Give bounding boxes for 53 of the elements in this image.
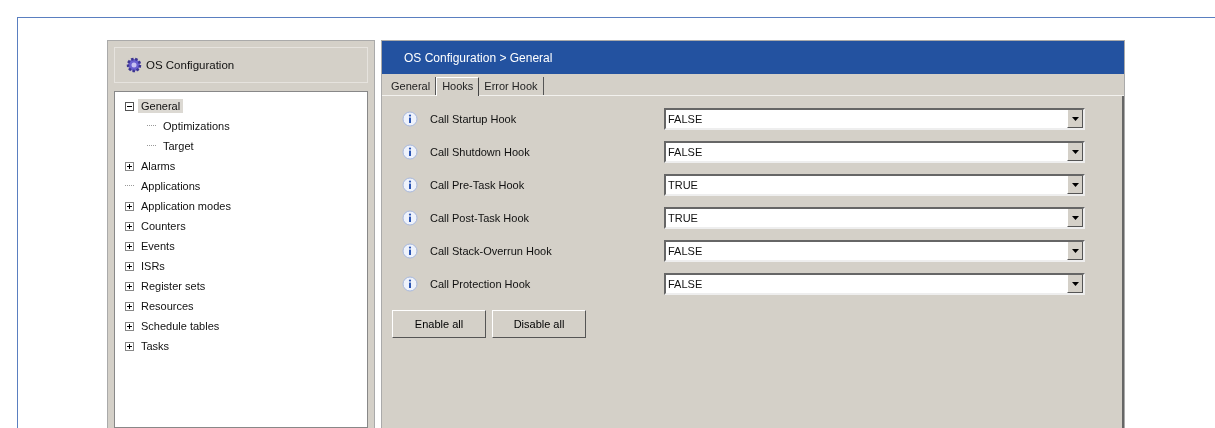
info-icon[interactable] xyxy=(402,210,418,226)
action-button[interactable]: Enable all xyxy=(392,310,486,338)
info-icon[interactable] xyxy=(402,111,418,127)
tree-item[interactable]: Register sets xyxy=(138,279,209,293)
tree-item[interactable]: Events xyxy=(138,239,178,253)
tree-item[interactable]: Counters xyxy=(138,219,189,233)
dropdown[interactable]: FALSE xyxy=(664,240,1085,262)
expand-icon[interactable] xyxy=(125,341,134,351)
caret-icon xyxy=(1071,248,1079,253)
setting-label: Call Protection Hook xyxy=(430,278,532,290)
caret-icon xyxy=(1071,215,1079,220)
expand-icon[interactable] xyxy=(125,281,134,291)
setting-label: Call Pre-Task Hook xyxy=(430,179,526,191)
action-button[interactable]: Disable all xyxy=(492,310,586,338)
caret-icon xyxy=(1071,149,1079,154)
setting-label: Call Stack-Overrun Hook xyxy=(430,245,553,257)
tree-item[interactable]: Applications xyxy=(138,179,204,193)
caret-icon xyxy=(1071,116,1079,121)
expand-icon[interactable] xyxy=(125,161,134,171)
info-icon[interactable] xyxy=(402,276,418,292)
setting-label: Call Shutdown Hook xyxy=(430,146,531,158)
info-icon[interactable] xyxy=(402,177,418,193)
dropdown[interactable]: FALSE xyxy=(664,141,1085,163)
caret-icon xyxy=(1071,281,1079,286)
info-icon[interactable] xyxy=(402,243,418,259)
tree-item[interactable]: Tasks xyxy=(138,339,173,353)
gear-icon xyxy=(125,56,143,74)
expand-icon[interactable] xyxy=(125,261,134,271)
expand-icon[interactable] xyxy=(125,221,134,231)
breadcrumb: OS Configuration > General xyxy=(404,50,553,65)
dropdown[interactable]: FALSE xyxy=(664,273,1085,295)
setting-label: Call Startup Hook xyxy=(430,113,518,125)
dropdown[interactable]: TRUE xyxy=(664,174,1085,196)
tree-item[interactable]: Optimizations xyxy=(160,119,233,133)
expand-icon[interactable] xyxy=(125,321,134,331)
tree-item[interactable]: Schedule tables xyxy=(138,319,223,333)
caret-icon xyxy=(1071,182,1079,187)
tree-item[interactable]: Resources xyxy=(138,299,197,313)
tree-item[interactable]: Target xyxy=(160,139,197,153)
tab[interactable]: Hooks xyxy=(436,77,480,96)
setting-label: Call Post-Task Hook xyxy=(430,212,531,224)
tree-item[interactable]: ISRs xyxy=(138,259,168,273)
dropdown[interactable]: FALSE xyxy=(664,108,1085,130)
expand-icon[interactable] xyxy=(125,241,134,251)
expand-icon[interactable] xyxy=(125,301,134,311)
expand-icon[interactable] xyxy=(125,201,134,211)
sidebar-title: OS Configuration xyxy=(146,59,235,71)
tree-item[interactable]: Application modes xyxy=(138,199,234,213)
info-icon[interactable] xyxy=(402,144,418,160)
tree-item[interactable]: General xyxy=(138,99,184,113)
collapse-icon[interactable] xyxy=(125,101,134,111)
tree-item[interactable]: Alarms xyxy=(138,159,179,173)
dropdown[interactable]: TRUE xyxy=(664,207,1085,229)
